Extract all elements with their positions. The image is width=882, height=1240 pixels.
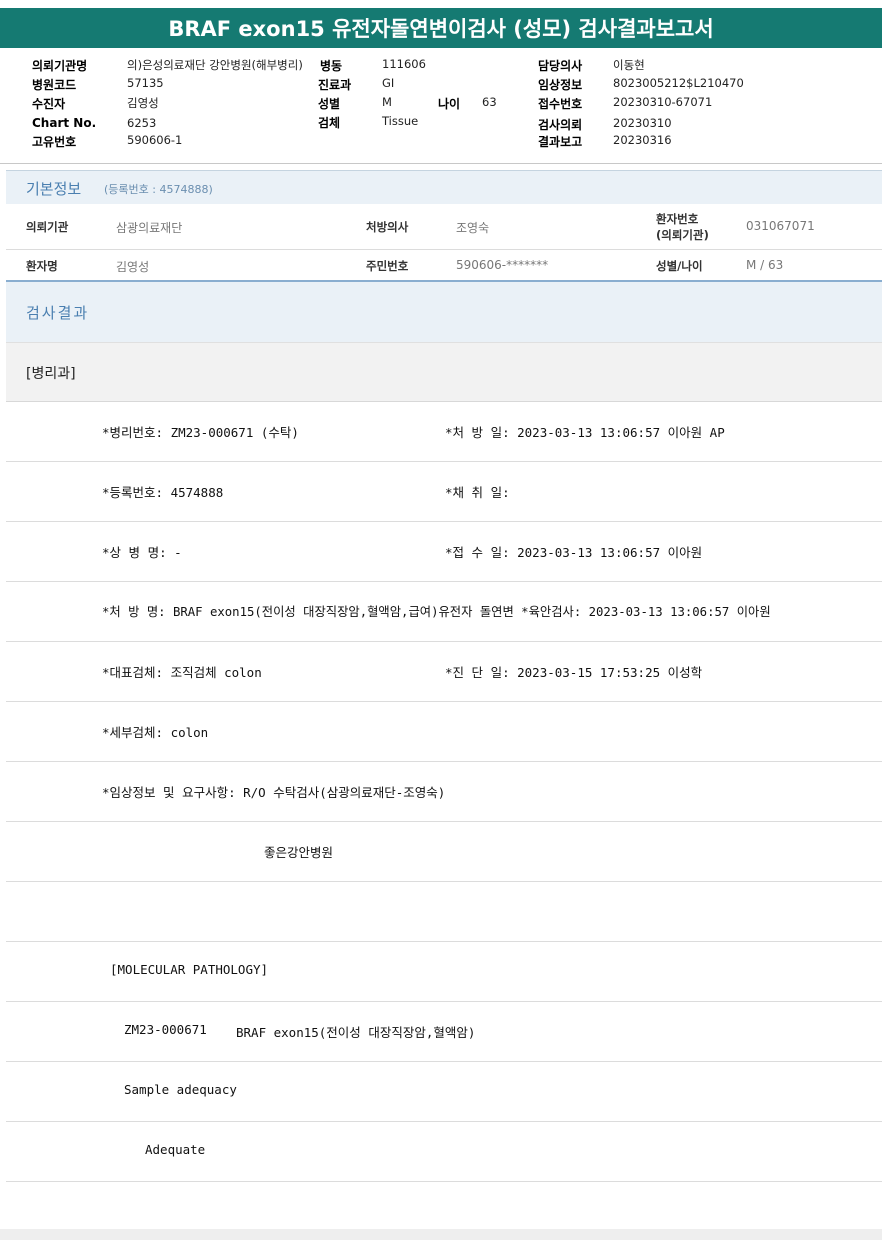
department-row: [병리과] <box>6 342 882 402</box>
result-line-11: ZM23-000671 BRAF exon15(전이성 대장직장암,혈액암) <box>6 1002 882 1062</box>
basic-info-row-2: 환자명 김영성 주민번호 590606-******* 성별/나이 M / 63 <box>6 250 882 280</box>
registration-number: (등록번호 : 4574888) <box>104 183 213 196</box>
basic-info-title: 기본정보 <box>26 180 82 198</box>
prescription-date: *처 방 일: 2023-03-13 13:06:57 이아원 AP <box>445 425 725 440</box>
chart-label: Chart No. <box>32 116 97 130</box>
result-line-7: *임상정보 및 요구사항: R/O 수탁검사(삼광의료재단-조영숙) <box>6 762 882 822</box>
request-label: 검사의뢰 <box>538 118 583 132</box>
name-label: 환자명 <box>26 259 58 273</box>
chart-value: 6253 <box>127 116 157 130</box>
diagnosis-name: *상 병 명: - <box>102 545 182 560</box>
inst-value: 삼광의료재단 <box>116 221 183 235</box>
age-label: 나이 <box>438 97 461 111</box>
reception-label: 접수번호 <box>538 97 583 111</box>
rrn-label: 주민번호 <box>366 259 409 273</box>
reception-value: 20230310-67071 <box>613 95 713 109</box>
registration-line: *등록번호: 4574888 <box>102 485 224 500</box>
result-line-10: [MOLECULAR PATHOLOGY] <box>6 942 882 1002</box>
department-label: [병리과] <box>26 366 76 382</box>
result-line-12: Sample adequacy <box>6 1062 882 1122</box>
institution-value: 의)은성의료재단 강안병원(해부병리) <box>127 58 303 72</box>
patient-number-label: 환자번호 <box>656 212 699 226</box>
basic-info-row-1: 의뢰기관 삼광의료재단 처방의사 조영숙 환자번호 (의뢰기관) 0310670… <box>6 204 882 250</box>
result-line-3: *상 병 명: - *접 수 일: 2023-03-13 13:06:57 이아… <box>6 522 882 582</box>
age-value: 63 <box>482 95 497 109</box>
specimen-value: Tissue <box>382 114 419 128</box>
hospital-code-value: 57135 <box>127 76 164 90</box>
diagnosis-date: *진 단 일: 2023-03-15 17:53:25 이성학 <box>445 665 703 680</box>
result-line-5: *대표검체: 조직검체 colon *진 단 일: 2023-03-15 17:… <box>6 642 882 702</box>
doctor-label: 담당의사 <box>538 59 583 73</box>
dept-label: 진료과 <box>318 78 352 92</box>
detail-specimen: *세부검체: colon <box>102 725 209 740</box>
result-line-2: *등록번호: 4574888 *채 취 일: <box>6 462 882 522</box>
unique-label: 고유번호 <box>32 135 77 149</box>
patient-number-value: 031067071 <box>746 219 815 233</box>
results-header: 검사결과 <box>6 282 882 342</box>
sex-value: M <box>382 95 392 109</box>
specimen-label: 검체 <box>318 116 341 130</box>
pathology-number: *병리번호: ZM23-000671 (수탁) <box>102 425 299 440</box>
header-divider <box>0 163 882 164</box>
report-date-value: 20230316 <box>613 133 672 147</box>
rrn-value: 590606-******* <box>456 258 549 272</box>
clinical-value: 8023005212$L210470 <box>613 76 744 90</box>
patient-value: 김영성 <box>127 96 159 110</box>
hospital-name-line: 좋은강안병원 <box>264 845 334 860</box>
representative-specimen: *대표검체: 조직검체 colon <box>102 665 262 680</box>
prescriber-label: 처방의사 <box>366 220 409 234</box>
clinical-label: 임상정보 <box>538 78 583 92</box>
result-line-13: Adequate <box>6 1122 882 1182</box>
footer-bar <box>0 1229 882 1240</box>
molecular-id: ZM23-000671 <box>124 1022 207 1037</box>
report-date-label: 결과보고 <box>538 135 583 149</box>
ward-value: 111606 <box>382 57 426 71</box>
prescriber-value: 조영숙 <box>456 221 490 235</box>
name-value: 김영성 <box>116 260 150 274</box>
reception-date: *접 수 일: 2023-03-13 13:06:57 이아원 <box>445 545 703 560</box>
inst-label: 의뢰기관 <box>26 220 69 234</box>
report-title: BRAF exon15 유전자돌연변이검사 (성모) 검사결과보고서 <box>0 8 882 48</box>
sample-adequacy-label: Sample adequacy <box>124 1082 237 1097</box>
dept-value: GI <box>382 76 395 90</box>
basic-info-header: 기본정보 (등록번호 : 4574888) <box>6 170 882 204</box>
institution-label: 의뢰기관명 <box>32 59 88 73</box>
clinical-request: *임상정보 및 요구사항: R/O 수탁검사(삼광의료재단-조영숙) <box>102 785 446 800</box>
patient-number-label-sub: (의뢰기관) <box>656 228 709 242</box>
sample-adequacy-value: Adequate <box>145 1142 206 1157</box>
sex-age-value: M / 63 <box>746 258 784 272</box>
result-line-4: *처 방 명: BRAF exon15(전이성 대장직장암,혈액암,급여)유전자… <box>6 582 882 642</box>
sex-label: 성별 <box>318 97 341 111</box>
patient-label: 수진자 <box>32 97 66 111</box>
result-line-1: *병리번호: ZM23-000671 (수탁) *처 방 일: 2023-03-… <box>6 402 882 462</box>
result-line-8: 좋은강안병원 <box>6 822 882 882</box>
collection-date: *채 취 일: <box>445 485 510 500</box>
unique-value: 590606-1 <box>127 133 183 147</box>
ward-label: 병동 <box>318 57 343 74</box>
molecular-pathology-header: [MOLECULAR PATHOLOGY] <box>110 962 269 977</box>
results-title: 검사결과 <box>26 304 90 322</box>
request-value: 20230310 <box>613 116 672 130</box>
result-line-6: *세부검체: colon <box>6 702 882 762</box>
result-line-9 <box>6 882 882 942</box>
hospital-code-label: 병원코드 <box>32 78 77 92</box>
prescription-name: *처 방 명: BRAF exon15(전이성 대장직장암,혈액암,급여)유전자… <box>102 605 771 619</box>
molecular-test-name: BRAF exon15(전이성 대장직장암,혈액암) <box>236 1025 476 1040</box>
doctor-value: 이동현 <box>613 58 645 72</box>
sex-age-label: 성별/나이 <box>656 259 703 273</box>
